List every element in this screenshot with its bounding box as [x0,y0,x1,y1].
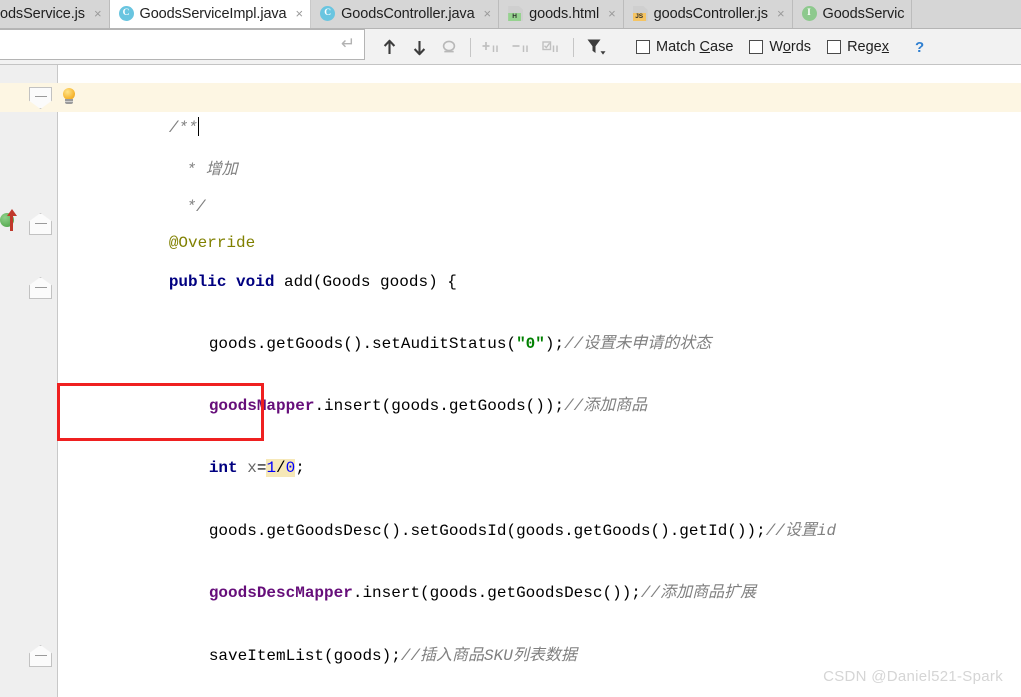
select-occurrences-icon[interactable] [537,32,567,62]
js-file-icon: JS [632,6,648,21]
line-comment-add-goods: //添加商品 [564,397,648,415]
close-icon[interactable]: × [484,7,492,20]
editor-tab-goodscontroller-java[interactable]: C GoodsController.java × [311,0,500,28]
java-interface-icon-letter: I [807,7,811,18]
editor-left-strip [0,65,26,697]
close-icon[interactable]: × [94,7,102,20]
enter-icon[interactable]: ↵ [338,35,358,54]
idea-editor-window: odsService.js × C GoodsServiceImpl.java … [0,0,1021,697]
tab-label: goodsController.js [653,5,768,22]
editor-tab-goods-html[interactable]: H goods.html × [499,0,624,28]
help-icon[interactable]: ? [915,39,924,56]
words-checkbox[interactable]: Words [749,39,811,55]
code-line-save-item-list[interactable]: saveItemList(goods);//插入商品SKU列表数据 [132,596,577,665]
tab-label: GoodsController.java [341,5,475,22]
js-file-icon-letter: JS [632,13,646,21]
red-highlight-box [57,383,264,441]
editor-gutter[interactable] [26,65,58,697]
find-previous-button[interactable] [374,32,404,62]
override-method-icon[interactable] [0,209,22,231]
close-icon[interactable]: × [296,7,304,20]
code-line-set-audit-status[interactable]: goods.getGoods().setAuditStatus("0");//设… [132,284,711,353]
editor-tab-goodsservice-interface[interactable]: I GoodsServic [792,0,913,28]
editor-tab-goodsservice-js[interactable]: odsService.js × [0,0,110,28]
tab-label: odsService.js [0,5,85,22]
editor-tab-goodscontroller-js[interactable]: JS goodsController.js × [623,0,793,28]
find-toolbar-buttons [374,29,614,65]
toolbar-separator-2 [573,37,574,57]
caret-line-strip [0,83,26,112]
checkbox-box[interactable] [749,40,764,54]
java-class-icon: C [118,6,134,21]
find-options: Match Case Words Regex ? [636,29,924,65]
code-line-set-goods-id[interactable]: goods.getGoodsDesc().setGoodsId(goods.ge… [132,471,836,540]
code-content[interactable]: /** * 增加 */ @Override public void add(Go… [58,65,1021,697]
java-class-icon-letter: C [122,7,130,18]
magnifier-icon[interactable] [434,32,464,62]
java-class-icon-letter: C [324,7,332,18]
match-case-label: Match Case [656,39,734,55]
tab-label: goods.html [529,5,600,22]
words-label: Words [769,39,812,55]
watermark: CSDN @Daniel521-Spark [823,668,1003,685]
regex-label: Regex [847,39,889,55]
remove-occurrence-icon[interactable] [507,32,537,62]
search-field-container[interactable]: ↵ [0,29,365,60]
code-line-goods-desc-mapper-insert[interactable]: goodsDescMapper.insert(goods.getGoodsDes… [132,533,756,602]
code-editor[interactable]: /** * 增加 */ @Override public void add(Go… [0,65,1021,697]
java-class-icon: C [320,6,336,21]
checkbox-box[interactable] [827,40,842,54]
find-toolbar: ↵ Match Case Words Regex ? [0,29,1021,65]
tab-label: GoodsServiceImpl.java [139,5,287,22]
find-next-button[interactable] [404,32,434,62]
tab-label: GoodsServic [822,5,905,22]
insert-call: .insert(goods.getGoods()); [314,397,565,415]
match-case-checkbox[interactable]: Match Case [636,39,733,55]
html-file-icon: H [508,6,524,21]
html-file-icon-letter: H [508,13,522,21]
checkbox-box[interactable] [636,40,650,54]
regex-checkbox[interactable]: Regex [827,39,889,55]
java-interface-icon: I [801,6,817,21]
line-comment-add-goods-desc: //添加商品扩展 [640,584,757,602]
line-comment-set-id: //设置id [765,522,837,540]
editor-tab-goodsserviceimpl-java[interactable]: C GoodsServiceImpl.java × [109,0,312,28]
code-line-method-signature[interactable]: public void add(Goods goods) { [92,222,457,291]
code-line-closing-brace[interactable]: } [92,657,178,697]
filter-icon[interactable] [580,32,614,62]
add-occurrence-icon[interactable] [477,32,507,62]
search-input[interactable] [0,31,338,58]
toolbar-separator-1 [470,37,471,57]
javadoc-text-token: 增加 [205,161,238,179]
save-item-list-call: saveItemList(goods); [208,647,401,665]
close-icon[interactable]: × [777,7,785,20]
line-comment-save-sku: //插入商品SKU列表数据 [400,647,577,665]
editor-tab-bar: odsService.js × C GoodsServiceImpl.java … [0,0,1021,29]
close-icon[interactable]: × [608,7,616,20]
